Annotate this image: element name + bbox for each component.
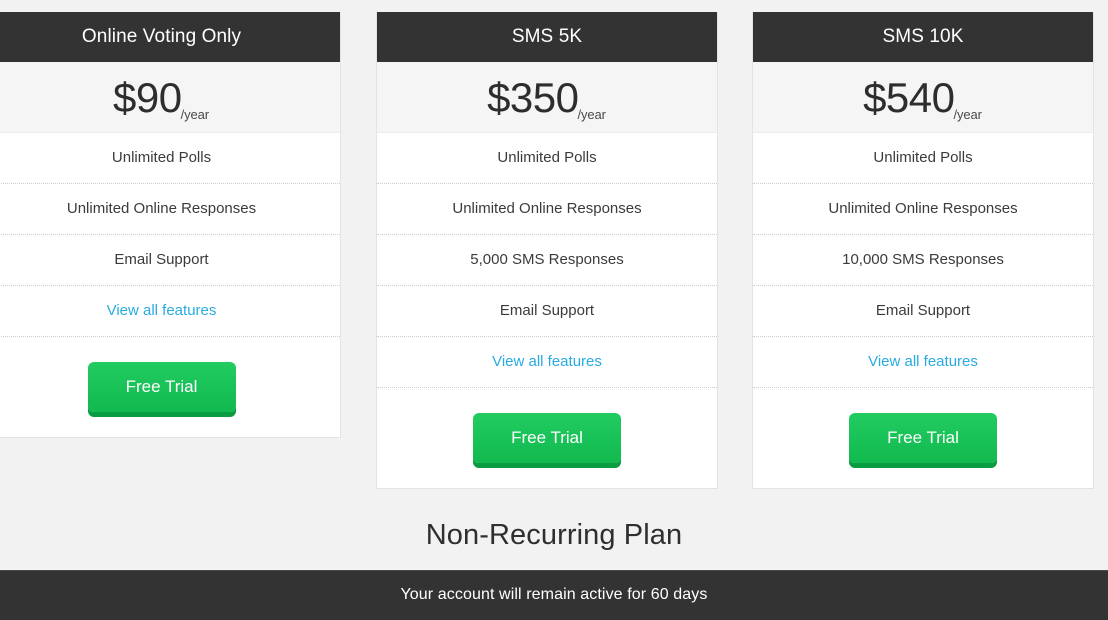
view-all-features-link[interactable]: View all features — [492, 353, 602, 370]
free-trial-button[interactable]: Free Trial — [87, 362, 236, 412]
free-trial-button[interactable]: Free Trial — [473, 413, 621, 463]
pricing-plans-grid: Online Voting Only $90/year Unlimited Po… — [0, 0, 1108, 500]
plan-price-amount: $540 — [863, 74, 955, 121]
plan-feature-item: Email Support — [753, 286, 1093, 337]
plan-view-all-features-row: View all features — [753, 337, 1093, 388]
non-recurring-plan-section: Non-Recurring Plan Your account will rem… — [0, 500, 1108, 620]
plan-title-sms-10k: SMS 10K — [753, 12, 1093, 62]
plan-price-amount: $350 — [487, 74, 579, 121]
plan-feature-item: Unlimited Polls — [377, 133, 717, 184]
plan-price-row: $90/year — [0, 62, 340, 133]
plan-feature-item: 5,000 SMS Responses — [377, 235, 717, 286]
plan-feature-item: Unlimited Polls — [0, 133, 340, 184]
view-all-features-link[interactable]: View all features — [868, 353, 978, 370]
plan-price-row: $540/year — [753, 62, 1093, 133]
plan-feature-item: Unlimited Online Responses — [0, 184, 340, 235]
plan-view-all-features-row: View all features — [0, 286, 340, 337]
plan-card-sms-10k: SMS 10K $540/year Unlimited Polls Unlimi… — [752, 12, 1094, 489]
plan-card-sms-5k: SMS 5K $350/year Unlimited Polls Unlimit… — [376, 12, 718, 489]
plan-feature-item: Unlimited Online Responses — [753, 184, 1093, 235]
plan-feature-item: 10,000 SMS Responses — [753, 235, 1093, 286]
plan-feature-item: Email Support — [377, 286, 717, 337]
plan-card-online-voting-only: Online Voting Only $90/year Unlimited Po… — [0, 12, 341, 438]
plan-cta-row: Free Trial — [0, 337, 340, 437]
plan-feature-item: Unlimited Polls — [753, 133, 1093, 184]
plan-price-period: /year — [577, 107, 607, 122]
plan-price-period: /year — [953, 107, 983, 122]
plan-view-all-features-row: View all features — [377, 337, 717, 388]
plan-feature-list: Unlimited Polls Unlimited Online Respons… — [377, 133, 717, 388]
non-recurring-plan-heading: Non-Recurring Plan — [425, 519, 683, 551]
plan-feature-item: Email Support — [0, 235, 340, 286]
plan-title-online-voting-only: Online Voting Only — [0, 12, 340, 62]
plan-price-row: $350/year — [377, 62, 717, 133]
plan-title-sms-5k: SMS 5K — [377, 12, 717, 62]
plan-feature-list: Unlimited Polls Unlimited Online Respons… — [0, 133, 340, 337]
view-all-features-link[interactable]: View all features — [107, 302, 217, 319]
free-trial-button[interactable]: Free Trial — [849, 413, 997, 463]
plan-price-period: /year — [180, 107, 210, 122]
plan-cta-row: Free Trial — [753, 388, 1093, 488]
plan-feature-item: Unlimited Online Responses — [377, 184, 717, 235]
plan-feature-list: Unlimited Polls Unlimited Online Respons… — [753, 133, 1093, 388]
plan-price-amount: $90 — [113, 74, 182, 121]
footer-note-text: Your account will remain active for 60 d… — [400, 586, 708, 603]
plan-cta-row: Free Trial — [377, 388, 717, 488]
footer-bar: Your account will remain active for 60 d… — [0, 570, 1108, 620]
